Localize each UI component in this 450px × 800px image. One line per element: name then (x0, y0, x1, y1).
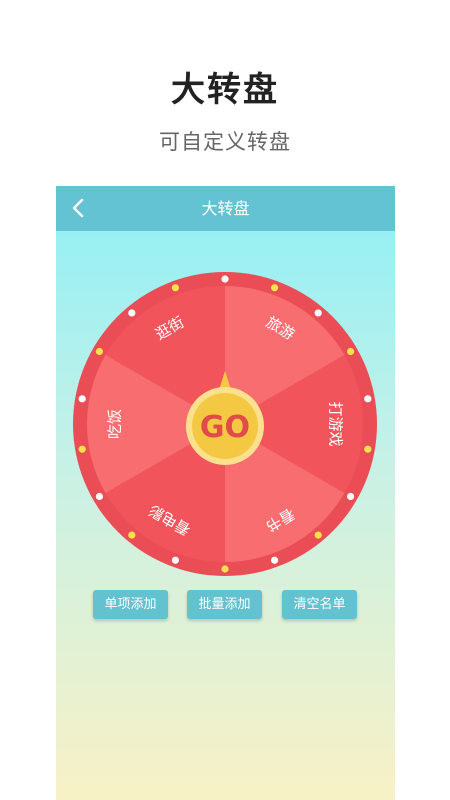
rim-dot (221, 565, 229, 573)
spin-wheel: 逛街 旅游打游戏看书看电影吃饭 GO (73, 272, 377, 576)
rim-dot (364, 395, 372, 403)
rim-dot (78, 445, 86, 453)
rim-dot (314, 531, 322, 539)
rim-dot (221, 275, 229, 283)
clear-list-button[interactable]: 清空名单 (282, 590, 357, 619)
go-label: GO (200, 410, 250, 445)
rim-dot (128, 309, 136, 317)
wheel-container: 逛街 旅游 打游戏 看书 看电影 吃饭 GO (56, 231, 395, 576)
rim-dot (95, 492, 104, 501)
rim-dot (128, 531, 136, 539)
rim-dot (78, 395, 86, 403)
rim-dot (270, 556, 279, 564)
page-subtitle: 可自定义转盘 (159, 130, 291, 154)
rim-dot (270, 284, 279, 292)
wheel-segment-label: 打游戏 (327, 401, 345, 446)
add-single-button[interactable]: 单项添加 (93, 590, 168, 619)
app-bar-title: 大转盘 (201, 199, 250, 218)
phone-screen: 大转盘 逛街 旅游 打游戏 看书 看电影 吃饭 GO 单项添加 批量添加 清空名单 (56, 186, 395, 800)
rim-dot (364, 445, 372, 453)
rim-dot (346, 492, 355, 501)
rim-dot (346, 347, 355, 356)
chevron-left-icon (72, 198, 84, 218)
rim-dot (171, 556, 180, 564)
rim-dot (95, 347, 104, 356)
rim-dot (314, 309, 322, 317)
app-bar: 大转盘 (56, 186, 395, 231)
add-batch-button[interactable]: 批量添加 (187, 590, 262, 619)
page-title: 大转盘 (171, 70, 279, 110)
wheel-segment-label: 吃饭 (106, 409, 124, 439)
back-button[interactable] (64, 192, 92, 224)
rim-dot (171, 284, 180, 292)
